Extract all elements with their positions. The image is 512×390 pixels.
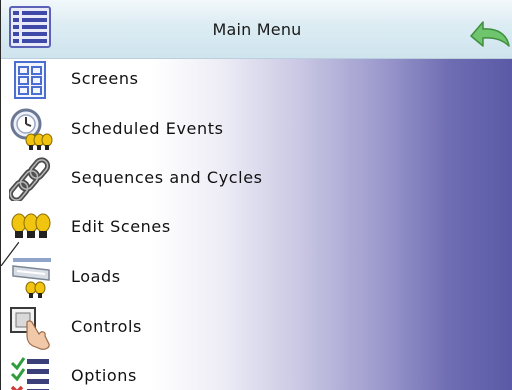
menu-item-screens[interactable]: Screens [1, 56, 512, 104]
menu-item-controls[interactable]: Controls [1, 304, 512, 352]
menu-item-scheduled-events[interactable]: Scheduled Events [1, 106, 512, 154]
pointer-line [1, 242, 19, 266]
menu-item-label: Screens [71, 69, 139, 88]
menu-item-loads[interactable]: Loads [1, 254, 512, 302]
menu-item-label: Scheduled Events [71, 119, 224, 138]
scheduled-events-icon [10, 108, 53, 150]
menu-item-edit-scenes[interactable]: Edit Scenes [1, 204, 512, 252]
touch-hand-icon [10, 307, 50, 350]
back-button[interactable] [467, 16, 511, 50]
menu-item-label: Loads [71, 267, 121, 286]
menu-item-label: Sequences and Cycles [71, 168, 263, 187]
menu-item-sequences-cycles[interactable]: Sequences and Cycles [1, 155, 512, 203]
title-bar: Main Menu [1, 0, 512, 59]
menu-item-label: Options [71, 366, 137, 385]
back-arrow-icon [470, 21, 510, 47]
checklist-icon [10, 357, 49, 390]
menu-item-label: Edit Scenes [71, 217, 171, 236]
main-menu-screen: Main Menu Screens Scheduled Events Seque… [0, 0, 512, 390]
chain-icon [9, 157, 51, 201]
menu-item-options[interactable]: Options [1, 353, 512, 390]
screens-icon [14, 61, 46, 99]
menu-item-label: Controls [71, 317, 142, 336]
page-title: Main Menu [212, 20, 302, 39]
